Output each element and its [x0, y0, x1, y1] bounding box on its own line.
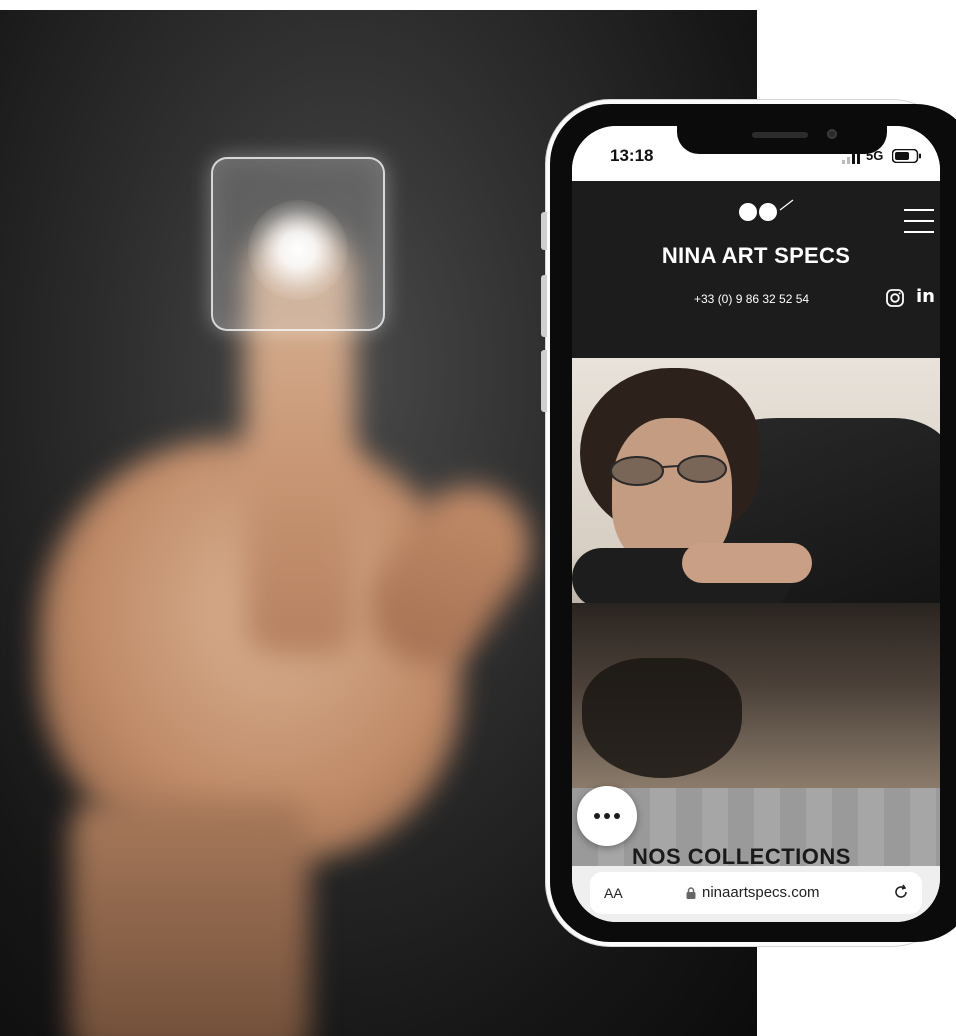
address-bar[interactable]: AA ninaartspecs.com	[590, 872, 922, 914]
more-button[interactable]	[577, 786, 637, 846]
hand-wrist	[70, 800, 310, 1036]
phone-number[interactable]: +33 (0) 9 86 32 52 54	[694, 292, 809, 306]
text-size-button[interactable]: AA	[604, 885, 623, 901]
phone-device: 13:18 5G NINA ART SPECS +33 (0) 9 86 32 …	[541, 100, 956, 946]
speaker	[752, 132, 808, 138]
site-header: NINA ART SPECS +33 (0) 9 86 32 52 54 in	[572, 181, 940, 358]
brand-name[interactable]: NINA ART SPECS	[572, 243, 940, 269]
reload-icon[interactable]	[892, 883, 910, 901]
front-camera	[827, 129, 837, 139]
phone-volume-down	[541, 350, 547, 412]
hero-image	[572, 358, 940, 788]
instagram-icon[interactable]	[886, 289, 904, 307]
linkedin-icon[interactable]: in	[916, 286, 935, 307]
phone-screen: 13:18 5G NINA ART SPECS +33 (0) 9 86 32 …	[572, 126, 940, 922]
browser-toolbar: AA ninaartspecs.com	[572, 866, 940, 922]
brand-logo-icon[interactable]	[738, 198, 798, 224]
more-icon	[594, 813, 600, 819]
notch	[677, 126, 887, 154]
phone-side-button	[541, 212, 547, 250]
url-text[interactable]: ninaartspecs.com	[702, 884, 820, 901]
phone-volume-up	[541, 275, 547, 337]
status-time: 13:18	[610, 146, 654, 165]
lock-icon	[686, 887, 696, 899]
touch-glow	[248, 200, 348, 300]
battery-icon	[892, 149, 921, 163]
menu-icon[interactable]	[904, 209, 934, 239]
